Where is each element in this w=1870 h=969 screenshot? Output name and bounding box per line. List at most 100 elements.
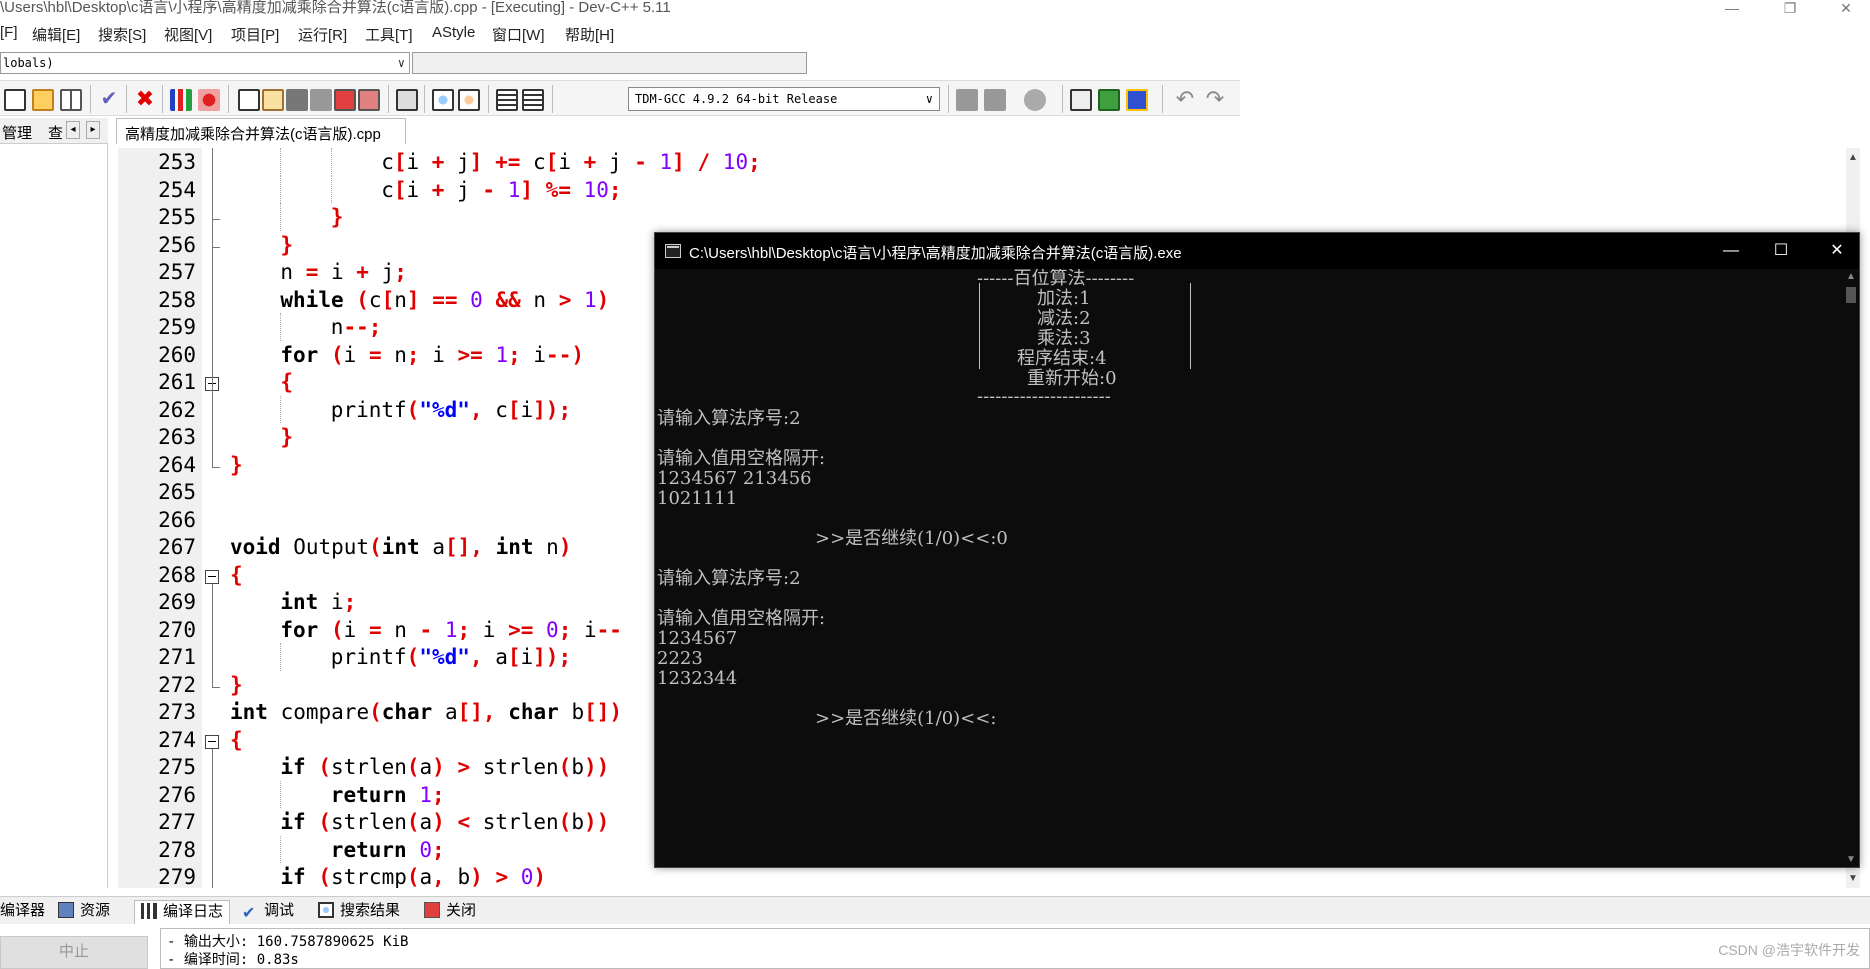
console-maximize-button[interactable]: ☐ (1761, 237, 1801, 265)
save-all-icon[interactable] (310, 89, 332, 111)
find-icon[interactable] (432, 89, 454, 111)
add-icon[interactable] (1098, 89, 1120, 111)
code-token: 1 (495, 342, 509, 367)
fold-line (212, 148, 213, 467)
debug-icon[interactable] (198, 89, 220, 111)
console-window[interactable]: C:\Users\hbl\Desktop\c语言\小程序\高精度加减乘除合并算法… (654, 232, 1860, 868)
console-minimize-button[interactable]: — (1711, 237, 1751, 265)
fold-toggle-icon[interactable] (205, 734, 219, 749)
fold-end-marker (212, 219, 220, 220)
indent-icon[interactable] (496, 89, 518, 111)
scope-dropdown[interactable]: lobals) ∨ (0, 52, 410, 74)
new-file-icon[interactable] (4, 89, 26, 111)
menu-help[interactable]: 帮助[H] (565, 24, 614, 45)
tab-debug[interactable]: ✔ 调试 (242, 900, 294, 924)
menu-tools[interactable]: 工具[T] (365, 24, 413, 45)
code-token: ) (432, 810, 445, 834)
code-token: } (280, 232, 294, 257)
minimize-button[interactable]: — (1712, 0, 1752, 18)
scroll-down-icon[interactable]: ▼ (1848, 873, 1858, 884)
fold-toggle-icon[interactable] (205, 569, 219, 584)
tab-close[interactable]: 关闭 (424, 900, 476, 924)
line-number: 272 (158, 672, 196, 697)
stop-button[interactable]: 中止 (0, 936, 148, 969)
tab-compile-log[interactable]: 编译日志 (134, 900, 231, 924)
grid-icon[interactable] (60, 89, 82, 111)
line-number: 277 (158, 810, 196, 834)
member-dropdown[interactable] (412, 52, 807, 74)
console-output[interactable]: ------百位算法-------- 加法:1 减法:2 乘法:3 程序结束:4… (655, 269, 1841, 867)
restore-button[interactable]: ❐ (1770, 0, 1810, 18)
code-token: n (381, 617, 420, 642)
toggle-icon[interactable] (1126, 89, 1148, 111)
back-icon[interactable] (956, 89, 978, 111)
code-token: strlen (331, 810, 407, 834)
tab-project-manager[interactable]: 管理 (2, 122, 32, 143)
chart-icon[interactable] (170, 89, 192, 111)
print-icon[interactable] (396, 89, 418, 111)
open-file-icon[interactable] (32, 89, 54, 111)
tab-debug-label: 调试 (264, 902, 295, 919)
forward-icon[interactable] (984, 89, 1006, 111)
menu-project[interactable]: 项目[P] (231, 24, 279, 45)
code-token: { (230, 562, 243, 587)
edit-icon[interactable] (262, 89, 284, 111)
code-token: ; (508, 342, 521, 367)
close-button[interactable]: ✕ (1826, 0, 1866, 18)
tab-search-results[interactable]: 搜索结果 (318, 900, 400, 924)
save-icon[interactable] (286, 89, 308, 111)
menu-view[interactable]: 视图[V] (164, 24, 212, 45)
compiler-dropdown[interactable]: TDM-GCC 4.9.2 64-bit Release ∨ (628, 87, 940, 111)
redo-icon[interactable]: ↷ (1204, 88, 1226, 111)
bookmark-icon[interactable] (1024, 89, 1046, 111)
code-token: ( (406, 755, 420, 779)
tab-resources[interactable]: 资源 (58, 900, 110, 924)
page-icon[interactable] (238, 89, 260, 111)
goto-icon[interactable] (1070, 89, 1092, 111)
code-token: b (444, 865, 471, 888)
close-file-icon[interactable] (334, 89, 356, 111)
compile-log[interactable]: - 输出大小: 160.7587890625 KiB - 编译时间: 0.83s (160, 928, 1870, 969)
tab-prev-button[interactable]: ◂ (66, 121, 80, 139)
chevron-down-icon: ∨ (397, 56, 405, 70)
menu-run[interactable]: 运行[R] (298, 24, 347, 45)
line-number: 269 (158, 590, 196, 614)
console-scrollbar[interactable]: ▲ ▼ (1843, 269, 1859, 867)
indent-guide (330, 148, 332, 176)
code-token: ) (470, 865, 483, 888)
menu-astyle[interactable]: AStyle (432, 24, 475, 41)
code-token: ) (596, 287, 610, 312)
check-icon[interactable]: ✔ (98, 89, 120, 111)
console-close-button[interactable]: ✕ (1817, 237, 1857, 265)
scroll-up-icon[interactable]: ▲ (1846, 271, 1856, 282)
console-line: 1234567 213456 (657, 468, 812, 489)
menu-file[interactable]: [F] (0, 24, 18, 41)
tab-class-browser[interactable]: 查 (48, 122, 63, 143)
line-number: 268 (158, 562, 196, 587)
code-token: int (280, 590, 319, 614)
code-token: ; (343, 590, 357, 614)
menu-edit[interactable]: 编辑[E] (32, 24, 80, 45)
code-token: > (495, 865, 509, 888)
undo-icon[interactable]: ↶ (1174, 88, 1196, 111)
menu-search[interactable]: 搜索[S] (98, 24, 146, 45)
tab-next-button[interactable]: ▸ (86, 121, 100, 139)
close-all-icon[interactable] (358, 89, 380, 111)
scroll-down-icon[interactable]: ▼ (1846, 854, 1856, 865)
cross-icon[interactable]: ✖ (134, 88, 156, 111)
code-token: [], (444, 535, 483, 559)
code-token: i (520, 645, 534, 669)
file-tab[interactable]: 高精度加减乘除合并算法(c语言版).cpp (116, 118, 406, 144)
console-scroll-thumb[interactable] (1846, 287, 1856, 303)
replace-icon[interactable] (458, 89, 480, 111)
line-number: 262 (158, 397, 196, 422)
code-token: == (432, 287, 458, 312)
unindent-icon[interactable] (522, 89, 544, 111)
scroll-up-icon[interactable]: ▲ (1848, 152, 1858, 163)
tab-compiler[interactable]: 编译器 (0, 900, 45, 924)
code-token: "%d" (419, 645, 470, 669)
menu-window[interactable]: 窗口[W] (492, 24, 545, 45)
